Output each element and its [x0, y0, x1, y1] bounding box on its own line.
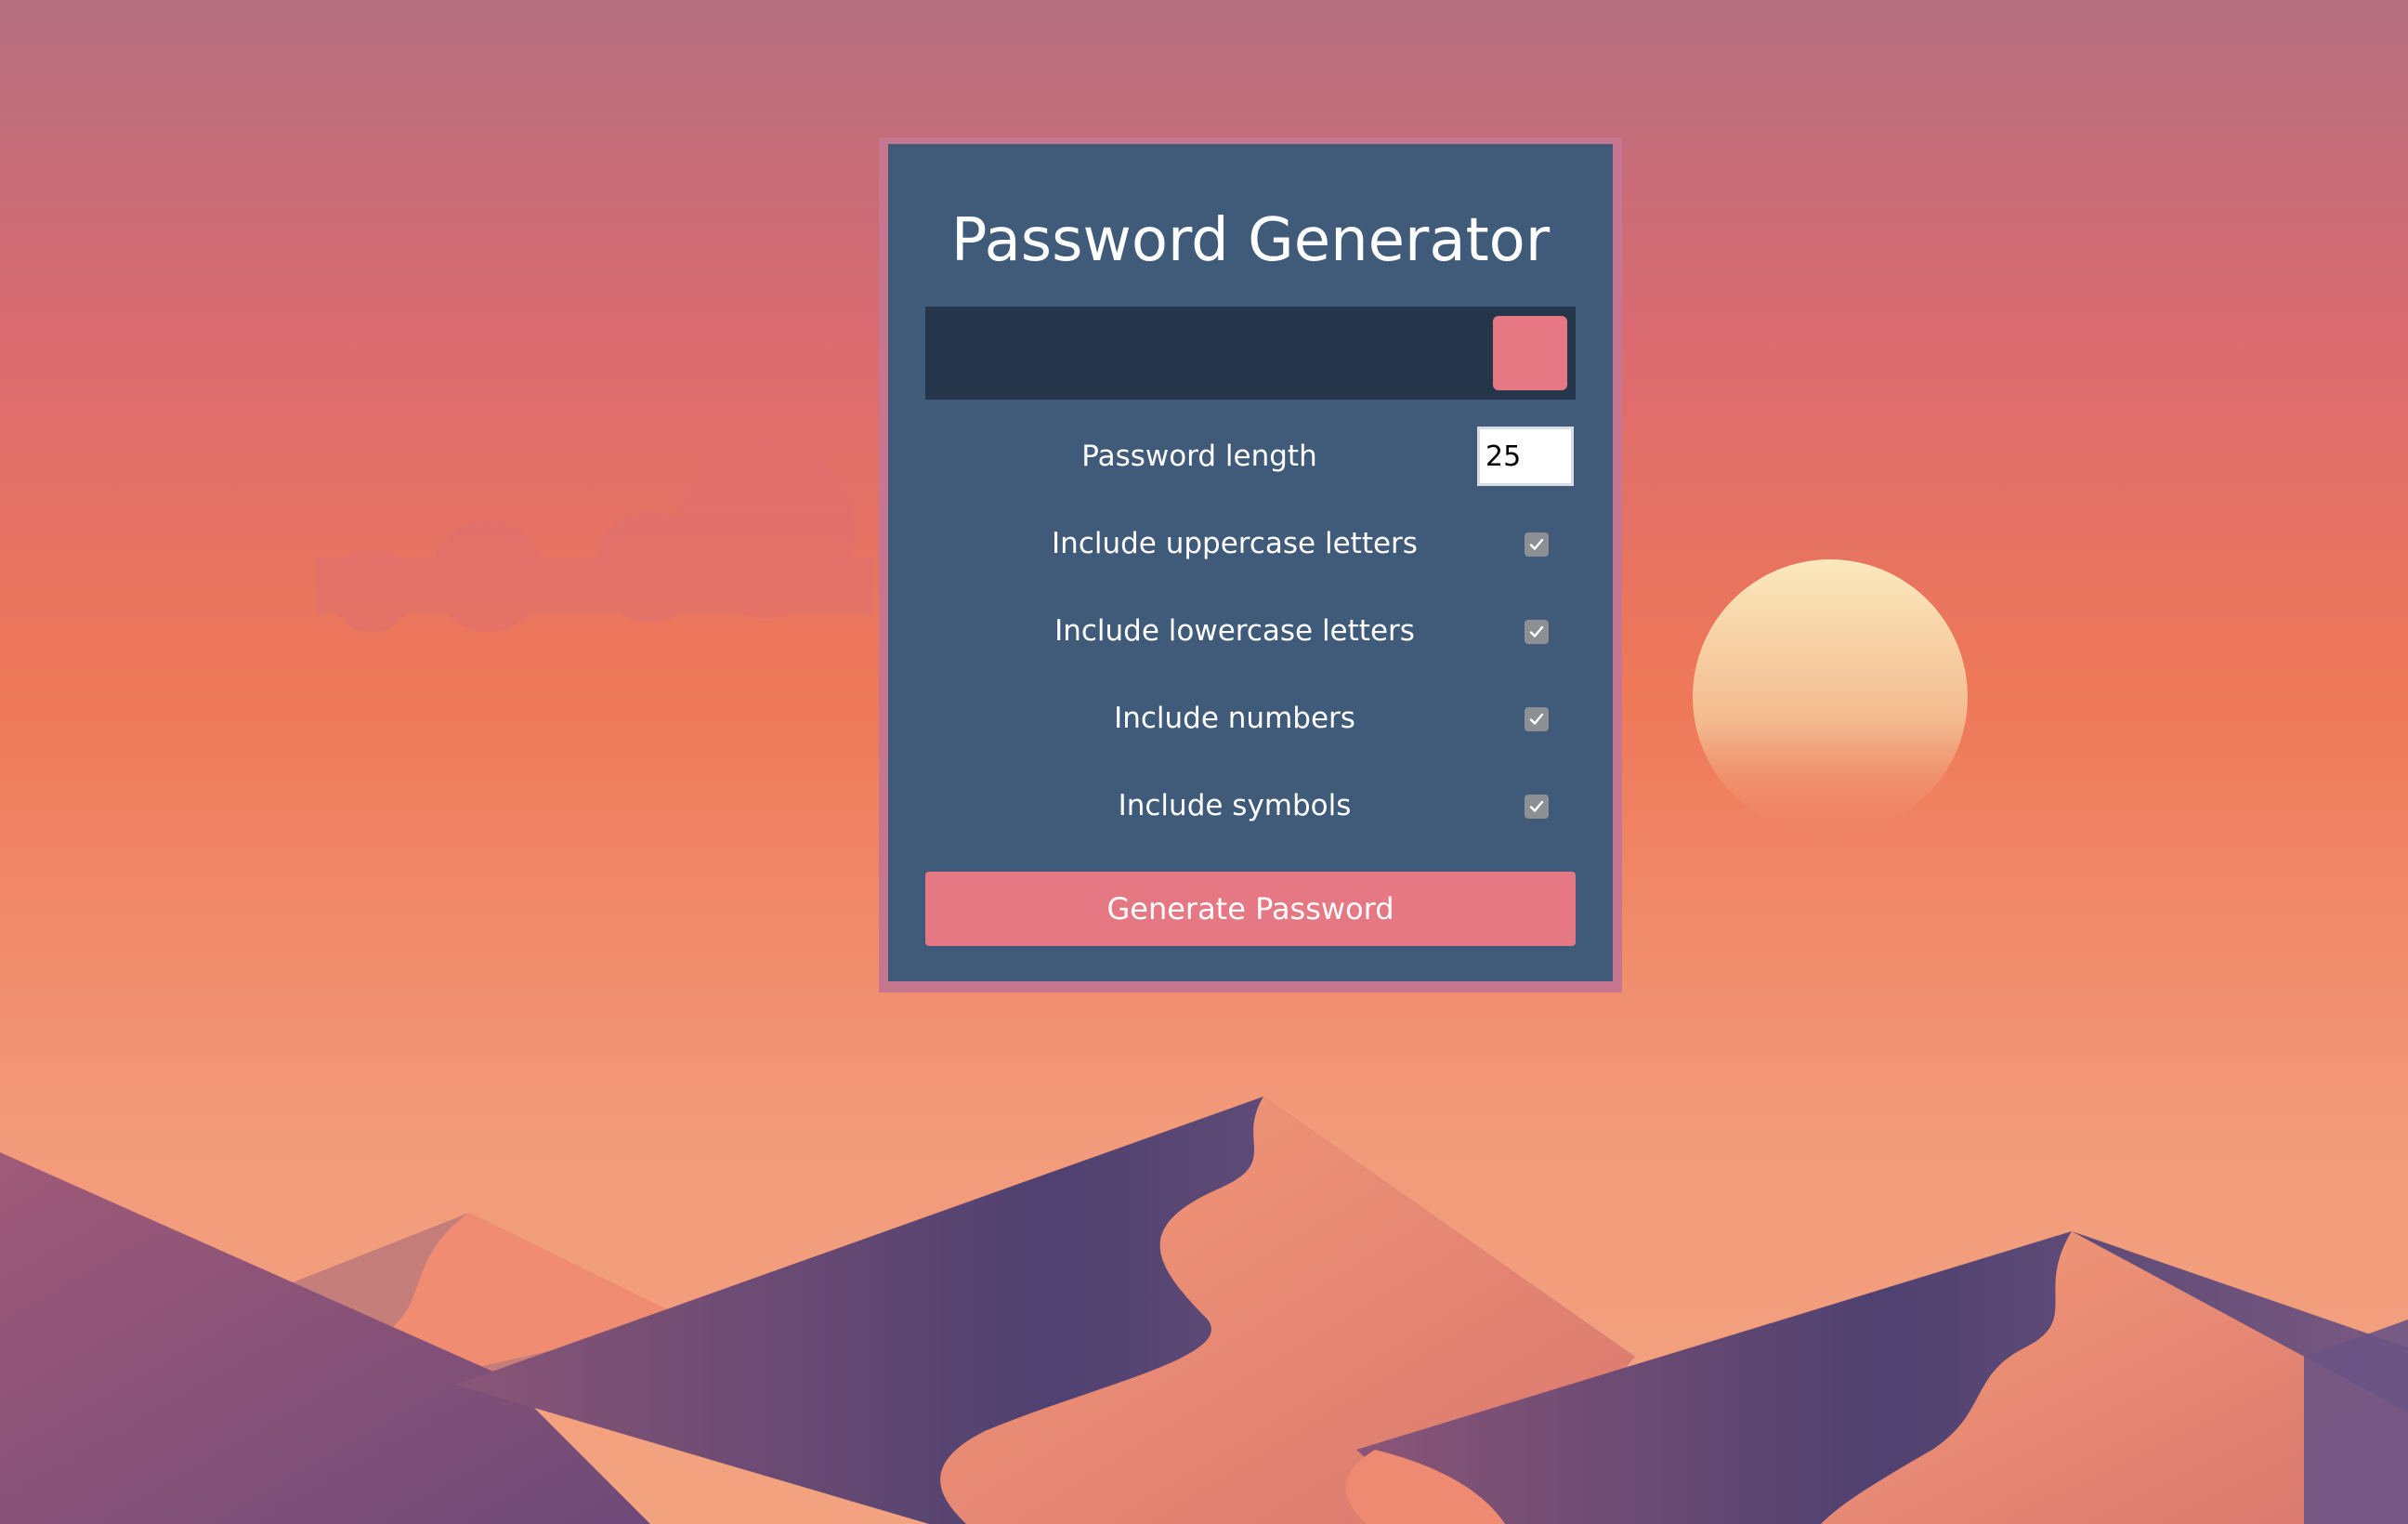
- option-row-symbols: Include symbols: [925, 776, 1576, 835]
- option-row-numbers: Include numbers: [925, 689, 1576, 748]
- option-label-symbols: Include symbols: [1118, 789, 1352, 822]
- copy-to-clipboard-button[interactable]: [1493, 316, 1567, 390]
- option-row-uppercase: Include uppercase letters: [925, 514, 1576, 573]
- password-length-label: Password length: [1081, 440, 1317, 473]
- option-label-numbers: Include numbers: [1114, 702, 1355, 735]
- option-label-lowercase: Include lowercase letters: [1054, 614, 1415, 648]
- generate-password-button[interactable]: Generate Password: [925, 872, 1576, 946]
- checkmark-icon: [1529, 625, 1544, 637]
- option-label-uppercase: Include uppercase letters: [1052, 527, 1418, 560]
- password-length-row: Password length: [925, 427, 1576, 486]
- password-length-input[interactable]: [1477, 427, 1574, 486]
- password-generator-panel: Password Generator Password length Inclu…: [888, 144, 1613, 981]
- checkmark-icon: [1529, 713, 1544, 725]
- password-result-display: [925, 307, 1576, 400]
- checkmark-icon: [1529, 800, 1544, 812]
- numbers-checkbox[interactable]: [1525, 707, 1549, 731]
- page-title: Password Generator: [950, 206, 1551, 275]
- lowercase-checkbox[interactable]: [1525, 620, 1549, 644]
- option-row-lowercase: Include lowercase letters: [925, 601, 1576, 661]
- checkmark-icon: [1529, 538, 1544, 550]
- uppercase-checkbox[interactable]: [1525, 532, 1549, 557]
- symbols-checkbox[interactable]: [1525, 795, 1549, 819]
